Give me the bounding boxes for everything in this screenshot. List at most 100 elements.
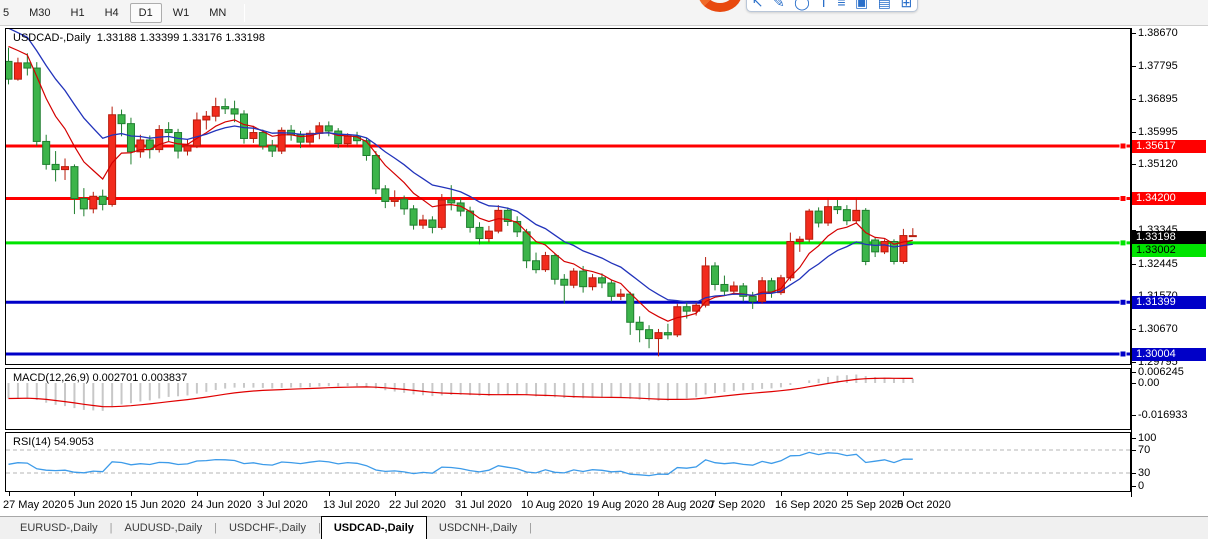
- candle-body: [43, 141, 50, 164]
- rsi-tick-dash: [1131, 450, 1136, 451]
- panel-icon[interactable]: ▣: [855, 0, 868, 11]
- candle-body: [712, 266, 719, 285]
- candle-body: [344, 136, 351, 143]
- timeframe-button-d1[interactable]: D1: [130, 3, 162, 23]
- timeframe-button-h4[interactable]: H4: [96, 3, 128, 23]
- candle-body: [580, 271, 587, 287]
- macd-tick: 0.00: [1138, 378, 1206, 389]
- date-label: 7 Sep 2020: [709, 499, 765, 511]
- pen-icon[interactable]: ✎: [773, 0, 785, 11]
- symbol-tab-eurusd[interactable]: EURUSD-,Daily: [8, 517, 110, 539]
- candle: [278, 127, 285, 154]
- candle-body: [655, 333, 662, 339]
- candle-body: [909, 236, 916, 237]
- level-axis-marker: [1120, 195, 1126, 201]
- date-label: 5 Jun 2020: [68, 499, 122, 511]
- rsi-tick-dash: [1131, 438, 1136, 439]
- date-label: 10 Aug 2020: [521, 499, 583, 511]
- candle: [212, 98, 219, 122]
- rsi-tick-dash: [1131, 473, 1136, 474]
- candle-body: [495, 210, 502, 231]
- candle-body: [410, 209, 417, 225]
- candle-body: [438, 200, 445, 227]
- rsi-indicator-panel[interactable]: RSI(14) 54.9053: [5, 432, 1131, 492]
- candle-body: [806, 211, 813, 239]
- date-tick-mark: [527, 492, 528, 496]
- candle-body: [674, 307, 681, 335]
- candle: [504, 207, 511, 226]
- date-tick-mark: [131, 492, 132, 496]
- candle: [721, 276, 728, 296]
- chart-symbol: USDCAD-,Daily: [13, 32, 91, 44]
- candle-body: [269, 146, 276, 151]
- price-tick: 1.37795: [1138, 61, 1206, 72]
- candle-body: [834, 207, 841, 210]
- candle-body: [419, 220, 426, 225]
- candle-body: [646, 330, 653, 339]
- ellipse-icon[interactable]: ◯: [794, 0, 810, 11]
- candle-body: [900, 236, 907, 262]
- candle: [476, 222, 483, 244]
- candle: [627, 292, 634, 335]
- candle: [372, 151, 379, 194]
- rsi-chart[interactable]: [6, 433, 1130, 491]
- candle-body: [815, 211, 822, 223]
- level-axis-marker: [1120, 299, 1126, 305]
- rsi-tick-dash: [1131, 486, 1136, 487]
- candle: [118, 110, 125, 137]
- date-tick-mark: [9, 492, 10, 496]
- rsi-tick: 30: [1138, 468, 1206, 479]
- symbol-tab-usdcnh[interactable]: USDCNH-,Daily: [427, 517, 529, 539]
- timeframe-button-h1[interactable]: H1: [62, 3, 94, 23]
- timeframe-button-mn[interactable]: MN: [200, 3, 235, 23]
- rsi-label: RSI(14) 54.9053: [13, 436, 94, 448]
- candle: [712, 262, 719, 290]
- date-label: 5 Oct 2020: [897, 499, 951, 511]
- candle-body: [759, 281, 766, 302]
- candle: [71, 164, 78, 214]
- candle-body: [118, 115, 125, 124]
- candle-body: [165, 130, 172, 133]
- candle-body: [6, 61, 12, 79]
- date-label: 16 Sep 2020: [775, 499, 837, 511]
- date-label: 13 Jul 2020: [323, 499, 380, 511]
- symbol-tab-audusd[interactable]: AUDUSD-,Daily: [112, 517, 214, 539]
- candle: [608, 280, 615, 301]
- price-tick: 1.35995: [1138, 127, 1206, 138]
- candle-body: [80, 198, 87, 208]
- grid-icon[interactable]: ⊞: [900, 0, 912, 11]
- timeframe-button-5[interactable]: 5: [0, 3, 18, 23]
- annotation-toolbar-icons: ↖ ✎ ◯ T ≡ ▣ ▤ ⊞: [746, 0, 918, 12]
- symbol-tab-bar: EURUSD-,Daily|AUDUSD-,Daily|USDCHF-,Dail…: [0, 516, 1208, 539]
- candle-body: [485, 231, 492, 238]
- text-icon[interactable]: T: [819, 0, 828, 11]
- candle-body: [231, 109, 238, 114]
- date-tick-mark: [395, 492, 396, 496]
- save-icon[interactable]: ▤: [878, 0, 891, 11]
- candle: [674, 304, 681, 337]
- candle-body: [608, 283, 615, 296]
- cursor-icon[interactable]: ↖: [752, 0, 764, 11]
- candlestick-chart[interactable]: [6, 29, 1130, 364]
- symbol-tab-usdcad[interactable]: USDCAD-,Daily: [321, 516, 427, 539]
- candlestick-chart-panel[interactable]: USDCAD-,Daily 1.33188 1.33399 1.33176 1.…: [5, 28, 1131, 365]
- date-label: 31 Jul 2020: [455, 499, 512, 511]
- price-tick-dash: [1131, 66, 1136, 67]
- price-tick-dash: [1131, 362, 1136, 363]
- candle-body: [721, 284, 728, 291]
- candle: [419, 215, 426, 229]
- timeframe-button-m30[interactable]: M30: [20, 3, 59, 23]
- candle-body: [551, 256, 558, 280]
- underline-icon[interactable]: ≡: [837, 0, 845, 11]
- symbol-tab-usdchf[interactable]: USDCHF-,Daily: [217, 517, 318, 539]
- macd-indicator-panel[interactable]: MACD(12,26,9) 0.002701 0.003837: [5, 368, 1131, 430]
- candle-body: [52, 164, 59, 169]
- price-level-badge: 1.31399: [1132, 296, 1206, 309]
- price-tick-dash: [1131, 264, 1136, 265]
- candle-body: [259, 133, 266, 146]
- candle: [33, 62, 40, 146]
- timeframe-button-w1[interactable]: W1: [164, 3, 199, 23]
- date-label: 25 Sep 2020: [841, 499, 903, 511]
- candle: [664, 324, 671, 340]
- macd-tick-dash: [1131, 383, 1136, 384]
